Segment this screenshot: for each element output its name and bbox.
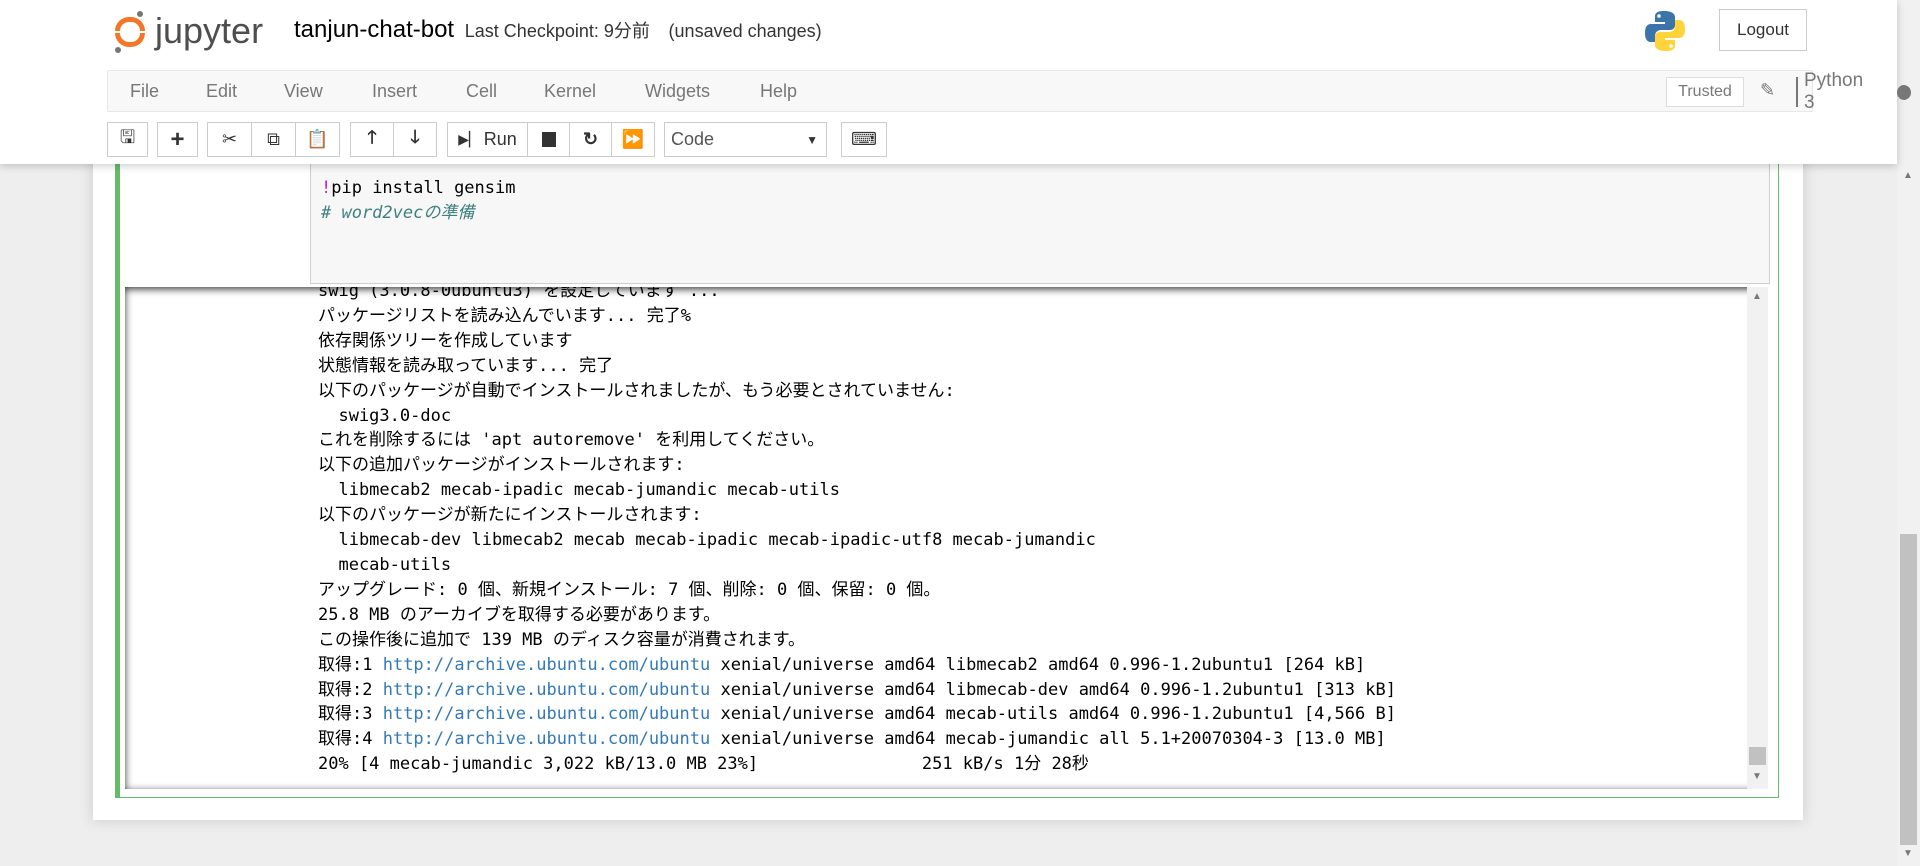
fetch-line: 取得:2 http://archive.ubuntu.com/ubuntu xe…	[318, 678, 1396, 703]
menu-view[interactable]: View	[284, 81, 323, 102]
kernel-status-icon	[1897, 85, 1911, 100]
output-scroll-thumb[interactable]	[1749, 747, 1766, 765]
paste-icon: 📋	[306, 129, 329, 149]
archive-link[interactable]: http://archive.ubuntu.com/ubuntu	[383, 680, 711, 700]
archive-link[interactable]: http://archive.ubuntu.com/ubuntu	[383, 729, 711, 749]
trusted-indicator[interactable]: Trusted	[1666, 77, 1744, 107]
menu-kernel[interactable]: Kernel	[544, 81, 596, 102]
fetch-prefix: 取得:4	[318, 729, 383, 750]
copy-button[interactable]: ⧉	[252, 122, 296, 157]
output-line: 以下のパッケージが新たにインストールされます:	[318, 505, 702, 526]
fetch-line: 取得:4 http://archive.ubuntu.com/ubuntu xe…	[318, 727, 1396, 752]
progress-line: 20% [4 mecab-jumandic 3,022 kB/13.0 MB 2…	[318, 754, 1089, 775]
menu-edit[interactable]: Edit	[206, 81, 237, 102]
archive-link[interactable]: http://archive.ubuntu.com/ubuntu	[383, 655, 711, 675]
menubar: File Edit View Insert Cell Kernel Widget…	[107, 70, 1911, 113]
command-palette-button[interactable]: ⌨	[841, 122, 887, 157]
copy-icon: ⧉	[267, 129, 280, 149]
save-group: 🖫	[107, 122, 148, 157]
floppy-icon: 🖫	[119, 126, 136, 147]
scroll-up-icon[interactable]: ▲	[1752, 291, 1762, 302]
page-scroll-thumb[interactable]	[1900, 534, 1917, 845]
cut-button[interactable]: ✂	[207, 122, 252, 157]
code-line: !pip install gensim	[321, 178, 516, 198]
code-comment: # word2vecの準備	[321, 203, 475, 223]
move-down-button[interactable]: 🡓	[394, 122, 437, 157]
menu-widgets[interactable]: Widgets	[645, 81, 710, 102]
notebook-name[interactable]: tanjun-chat-bot	[294, 16, 454, 43]
plus-icon: +	[170, 125, 185, 153]
header: jupyter tanjun-chat-bot Last Checkpoint:…	[0, 0, 1911, 164]
fetch-suffix: xenial/universe amd64 mecab-jumandic all…	[710, 729, 1386, 750]
arrow-up-icon: 🡑	[367, 126, 377, 147]
scroll-down-icon[interactable]: ▼	[1752, 771, 1762, 782]
move-up-button[interactable]: 🡑	[350, 122, 394, 157]
kernel-name: Python 3	[1796, 70, 1863, 113]
menu-help[interactable]: Help	[760, 81, 797, 102]
output-line: 以下の追加パッケージがインストールされます:	[318, 455, 685, 476]
insert-cell-button[interactable]: +	[157, 122, 198, 157]
output-line: swig3.0-doc	[318, 405, 452, 426]
fetch-line: 取得:1 http://archive.ubuntu.com/ubuntu xe…	[318, 653, 1396, 678]
run-button[interactable]: ▶▏ Run	[447, 122, 528, 157]
output-line: 状態情報を読み取っています... 完了	[318, 355, 614, 376]
arrow-down-icon: 🡓	[410, 126, 420, 147]
cell-input-editor[interactable]: !pip install gensim # word2vecの準備	[310, 150, 1770, 284]
fast-forward-icon: ⏩	[621, 129, 645, 149]
output-line: これを削除するには 'apt autoremove' を利用してください。	[318, 430, 825, 451]
checkpoint-status: Last Checkpoint: 9分前	[464, 21, 650, 41]
output-line: 依存関係ツリーを作成しています	[318, 330, 573, 351]
notebook-title: tanjun-chat-bot Last Checkpoint: 9分前 (un…	[294, 16, 822, 44]
python-logo-icon	[1645, 11, 1685, 51]
menu-insert[interactable]: Insert	[372, 81, 417, 102]
fetch-prefix: 取得:3	[318, 704, 383, 725]
run-label: Run	[483, 129, 517, 149]
stop-icon	[541, 132, 556, 147]
step-forward-icon: ▶▏	[458, 131, 480, 147]
output-line: libmecab2 mecab-ipadic mecab-jumandic me…	[318, 480, 840, 501]
output-line: アップグレード: 0 個、新規インストール: 7 個、削除: 0 個、保留: 0…	[318, 579, 941, 600]
fetch-suffix: xenial/universe amd64 libmecab2 amd64 0.…	[710, 654, 1366, 675]
save-button[interactable]: 🖫	[107, 122, 148, 157]
paste-button[interactable]: 📋	[296, 122, 340, 157]
cell-output-area[interactable]: swig (3.0.8-0ubuntu3) を設定しています ... パッケージリ…	[125, 287, 1768, 789]
fetch-prefix: 取得:1	[318, 654, 383, 675]
autosave-status: (unsaved changes)	[668, 21, 822, 41]
restart-run-all-button[interactable]: ⏩	[612, 122, 655, 157]
logout-button[interactable]: Logout	[1719, 9, 1807, 51]
pencil-icon[interactable]: ✎	[1760, 80, 1775, 101]
jupyter-logo-icon	[113, 11, 147, 53]
output-line: この操作後に追加で 139 MB のディスク容量が消費されます。	[318, 629, 805, 650]
restart-button[interactable]: ↻	[570, 122, 612, 157]
output-line: パッケージリストを読み込んでいます... 完了%	[318, 305, 691, 326]
restart-icon: ↻	[582, 129, 599, 149]
logo-text: jupyter	[155, 10, 264, 51]
output-line: swig (3.0.8-0ubuntu3) を設定しています ...	[318, 287, 720, 301]
archive-link[interactable]: http://archive.ubuntu.com/ubuntu	[383, 704, 711, 724]
fetch-prefix: 取得:2	[318, 679, 383, 700]
fetch-suffix: xenial/universe amd64 mecab-utils amd64 …	[710, 704, 1396, 725]
menu-cell[interactable]: Cell	[466, 81, 497, 102]
fetch-line: 取得:3 http://archive.ubuntu.com/ubuntu xe…	[318, 702, 1396, 727]
interrupt-button[interactable]	[528, 122, 570, 157]
keyboard-icon: ⌨	[851, 129, 877, 149]
page-scroll-up-icon[interactable]: ▲	[1903, 170, 1913, 181]
output-text: swig (3.0.8-0ubuntu3) を設定しています ... パッケージリ…	[318, 287, 1396, 777]
cell-type-value: Code	[671, 129, 715, 149]
page-scroll-down-icon[interactable]: ▼	[1903, 848, 1913, 859]
fetch-suffix: xenial/universe amd64 libmecab-dev amd64…	[710, 679, 1396, 700]
jupyter-logo[interactable]: jupyter	[113, 10, 264, 53]
output-scrollbar[interactable]: ▲ ▼	[1747, 287, 1768, 789]
output-line: mecab-utils	[318, 554, 452, 575]
dropdown-arrow-icon: ▼	[806, 133, 818, 147]
page-scrollbar[interactable]: ▲ ▼	[1897, 0, 1920, 866]
cell-type-select[interactable]: Code ▼	[664, 122, 827, 157]
output-line: libmecab-dev libmecab2 mecab mecab-ipadi…	[318, 530, 1096, 551]
menu-file[interactable]: File	[130, 81, 159, 102]
output-line: 以下のパッケージが自動でインストールされましたが、もう必要とされていません:	[318, 380, 955, 401]
scissors-icon: ✂	[221, 129, 238, 149]
output-line: 25.8 MB のアーカイブを取得する必要があります。	[318, 604, 721, 625]
